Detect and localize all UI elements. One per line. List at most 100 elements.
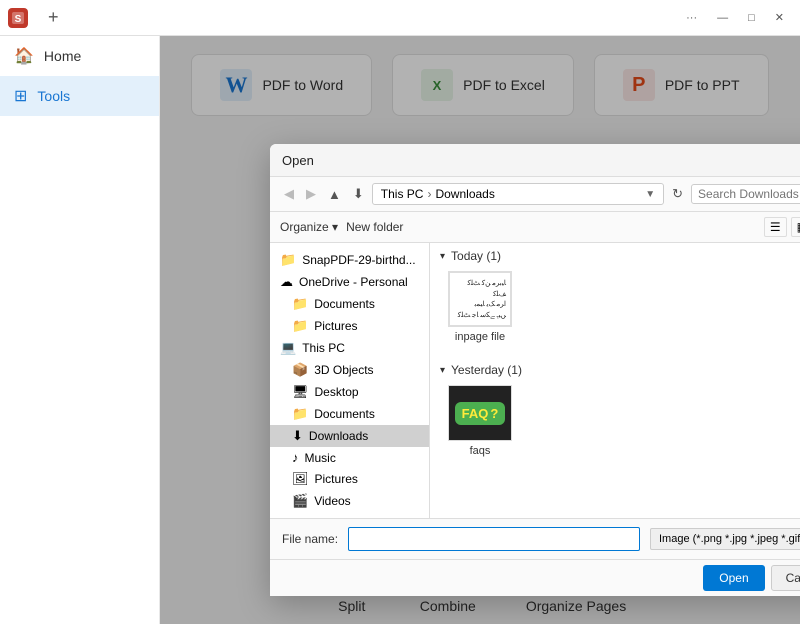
tree-label-snappdf: SnapPDF-29-birthd... <box>302 253 415 267</box>
sidebar-item-tools-label: Tools <box>37 88 70 104</box>
home-icon: 🏠 <box>14 46 34 66</box>
tools-icon: ⊞ <box>14 86 27 106</box>
inpage-thumbnail: ‏ﺎﯿﺑﺮﻣ ﻦﮐ ﭧﻠﮐ ﻒﻠﮐﺍﺮﻣ ﮏﯾ ﺎﯿﻤﺑﮟﯿﮨ ﮯﮑﺳ ﺎﺟ ﭧ… <box>448 271 512 327</box>
file-item-inpage[interactable]: ‏ﺎﯿﺑﺮﻣ ﻦﮐ ﭧﻠﮐ ﻒﻠﮐﺍﺮﻣ ﮏﯾ ﺎﯿﻤﺑﮟﯿﮨ ﮯﮑﺳ ﺎﺟ ﭧ… <box>440 267 520 347</box>
faqs-filename: faqs <box>470 445 491 457</box>
folder-icon: 📁 <box>280 252 296 268</box>
dialog-buttons: Open Cancel <box>703 565 800 591</box>
dialog-toolbar: Organize ▾ New folder ☰ ▦ ? <box>270 212 800 243</box>
chevron-down-icon: ▾ <box>440 251 445 262</box>
new-folder-button[interactable]: New folder <box>346 220 403 234</box>
video-icon: 🎬 <box>292 493 308 509</box>
tree-item-music[interactable]: ♪ Music <box>270 447 429 468</box>
more-options-button[interactable]: ··· <box>678 10 705 26</box>
section-yesterday-label: Yesterday (1) <box>451 363 522 377</box>
tree-item-pictures[interactable]: 📁 Pictures <box>270 315 429 337</box>
file-tree: 📁 SnapPDF-29-birthd... ☁ OneDrive - Pers… <box>270 243 430 518</box>
dialog-overlay: Open ✕ ◀ ▶ ▲ ⬇ This PC › Downloads ▼ <box>160 36 800 624</box>
dialog-titlebar: Open ✕ <box>270 144 800 177</box>
dropdown-arrow-icon: ▼ <box>645 189 655 200</box>
tree-item-pictures2[interactable]: 🖼 Pictures <box>270 468 429 490</box>
music-icon: ♪ <box>292 450 299 465</box>
files-pane: ▾ Today (1) ‏ﺎﯿﺑﺮﻣ ﻦﮐ ﭧﻠﮐ ﻒﻠﮐﺍﺮﻣ ﮏﯾ ﺎﯿﻤﺑ… <box>430 243 800 518</box>
tree-item-snappdf[interactable]: 📁 SnapPDF-29-birthd... <box>270 249 429 271</box>
tree-label-onedrive: OneDrive - Personal <box>299 275 408 289</box>
nav-path-thispc: This PC <box>381 187 424 201</box>
minimize-button[interactable]: — <box>709 10 736 26</box>
dialog-body: 📁 SnapPDF-29-birthd... ☁ OneDrive - Pers… <box>270 243 800 518</box>
tree-item-documents[interactable]: 📁 Documents <box>270 293 429 315</box>
cloud-icon: ☁ <box>280 274 293 290</box>
maximize-button[interactable]: □ <box>740 10 763 26</box>
sidebar: 🏠 Home ⊞ Tools <box>0 36 160 624</box>
down-icon[interactable]: ⬇ <box>349 184 368 204</box>
section-today-header[interactable]: ▾ Today (1) <box>430 243 800 267</box>
nav-path-downloads: Downloads <box>435 187 494 201</box>
tree-label-videos: Videos <box>314 494 350 508</box>
tree-label-3d-objects: 3D Objects <box>314 363 373 377</box>
folder-icon: 📁 <box>292 296 308 312</box>
open-button[interactable]: Open <box>703 565 764 591</box>
forward-button[interactable]: ▶ <box>302 184 320 204</box>
tree-label-pictures2: Pictures <box>315 472 358 486</box>
download-icon: ⬇ <box>292 428 303 444</box>
file-item-faqs[interactable]: FAQ ? faqs <box>440 381 520 461</box>
faq-q-icon: FAQ <box>462 406 489 421</box>
sidebar-item-tools[interactable]: ⊞ Tools <box>0 76 159 116</box>
view-grid-button[interactable]: ▦ <box>791 217 800 237</box>
sidebar-item-home[interactable]: 🏠 Home <box>0 36 159 76</box>
yesterday-file-grid: FAQ ? faqs <box>430 381 800 471</box>
tree-label-music: Music <box>305 451 336 465</box>
dialog-title: Open <box>282 153 314 168</box>
tree-item-3d-objects[interactable]: 📦 3D Objects <box>270 359 429 381</box>
dialog-nav: ◀ ▶ ▲ ⬇ This PC › Downloads ▼ ↻ 🔍 <box>270 177 800 212</box>
svg-text:S: S <box>15 14 22 25</box>
tree-item-this-pc[interactable]: 💻 This PC <box>270 337 429 359</box>
section-today-label: Today (1) <box>451 249 501 263</box>
tree-item-desktop[interactable]: 🖥 Desktop <box>270 381 429 403</box>
view-list-button[interactable]: ☰ <box>764 217 787 237</box>
3d-icon: 📦 <box>292 362 308 378</box>
inpage-preview: ‏ﺎﯿﺑﺮﻣ ﻦﮐ ﭧﻠﮐ ﻒﻠﮐﺍﺮﻣ ﮏﯾ ﺎﯿﻤﺑﮟﯿﮨ ﮯﮑﺳ ﺎﺟ ﭧ… <box>449 272 511 326</box>
faq-preview: FAQ ? <box>449 386 511 440</box>
new-tab-button[interactable]: + <box>42 7 65 28</box>
content-area: W PDF to Word X PDF to Excel P PDF to PP… <box>160 36 800 624</box>
desktop-icon: 🖥 <box>292 384 309 400</box>
back-button[interactable]: ◀ <box>280 184 298 204</box>
tree-item-downloads[interactable]: ⬇ Downloads <box>270 425 429 447</box>
open-dialog: Open ✕ ◀ ▶ ▲ ⬇ This PC › Downloads ▼ <box>270 144 800 596</box>
close-button[interactable]: ✕ <box>767 9 792 26</box>
nav-path[interactable]: This PC › Downloads ▼ <box>372 183 664 205</box>
tree-item-onedrive[interactable]: ☁ OneDrive - Personal <box>270 271 429 293</box>
filetype-select[interactable]: Image (*.png *.jpg *.jpeg *.gif *... <box>650 528 800 550</box>
section-yesterday-header[interactable]: ▾ Yesterday (1) <box>430 357 800 381</box>
window-controls: ··· — □ ✕ <box>678 9 792 26</box>
up-button[interactable]: ▲ <box>324 185 345 204</box>
tree-label-documents2: Documents <box>314 407 375 421</box>
tree-label-this-pc: This PC <box>302 341 345 355</box>
filename-label: File name: <box>282 532 338 546</box>
cancel-button[interactable]: Cancel <box>771 565 800 591</box>
chevron-down-icon: ▾ <box>440 365 445 376</box>
dialog-bottom: File name: Image (*.png *.jpg *.jpeg *.g… <box>270 518 800 559</box>
app-body: 🏠 Home ⊞ Tools W PDF to Word X PDF <box>0 36 800 624</box>
tree-item-videos[interactable]: 🎬 Videos <box>270 490 429 512</box>
faqs-thumbnail: FAQ ? <box>448 385 512 441</box>
sidebar-item-home-label: Home <box>44 48 81 64</box>
dialog-action-row: Open Cancel <box>270 559 800 596</box>
tree-item-documents2[interactable]: 📁 Documents <box>270 403 429 425</box>
today-file-grid: ‏ﺎﯿﺑﺮﻣ ﻦﮐ ﭧﻠﮐ ﻒﻠﮐﺍﺮﻣ ﮏﯾ ﺎﯿﻤﺑﮟﯿﮨ ﮯﮑﺳ ﺎﺟ ﭧ… <box>430 267 800 357</box>
tree-label-downloads: Downloads <box>309 429 368 443</box>
refresh-button[interactable]: ↻ <box>668 184 687 204</box>
view-buttons: ☰ ▦ <box>764 217 800 237</box>
inpage-filename: inpage file <box>455 331 505 343</box>
filename-input[interactable] <box>348 527 640 551</box>
search-input[interactable] <box>698 187 800 201</box>
search-box: 🔍 <box>691 184 800 204</box>
tree-label-pictures: Pictures <box>314 319 357 333</box>
pictures-icon: 🖼 <box>292 471 309 487</box>
folder-icon: 📁 <box>292 318 308 334</box>
title-bar: S + ··· — □ ✕ <box>0 0 800 36</box>
organize-button[interactable]: Organize ▾ <box>280 220 338 234</box>
folder-icon: 📁 <box>292 406 308 422</box>
